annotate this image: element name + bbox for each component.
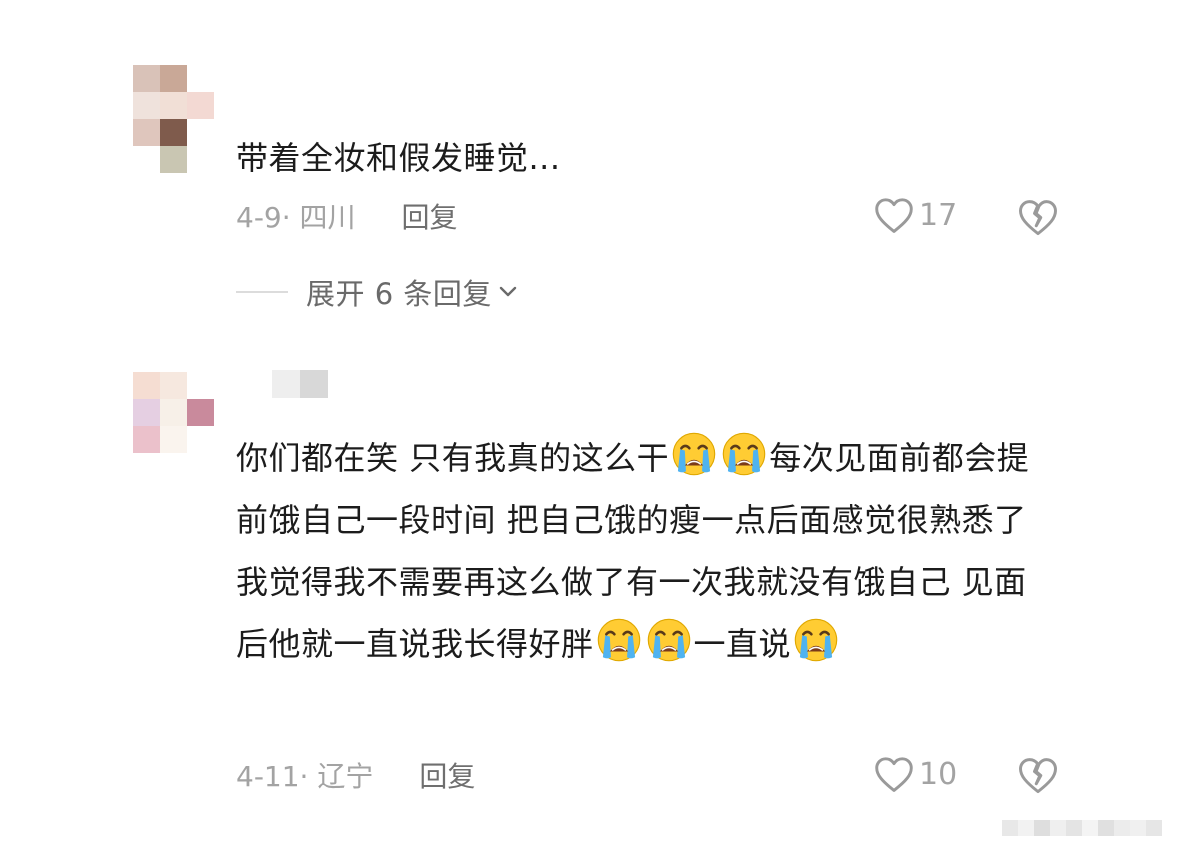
loudly-crying-face-icon [721, 431, 767, 477]
avatar-pixel [187, 65, 214, 92]
avatar-pixel [160, 372, 187, 399]
avatar-pixel [133, 372, 160, 399]
dislike-button[interactable] [1017, 197, 1059, 241]
avatar-pixel [160, 426, 187, 453]
avatar-pixel [133, 399, 160, 426]
avatar-pixel [160, 146, 187, 173]
avatar-pixel [160, 92, 187, 119]
loudly-crying-face-icon [671, 431, 717, 477]
avatar-pixel [133, 119, 160, 146]
comment-text: 带着全妆和假发睡觉... [236, 139, 561, 177]
avatar-pixel [133, 92, 160, 119]
avatar-pixel [133, 65, 160, 92]
avatar-pixel [187, 146, 214, 173]
dislike-button[interactable] [1017, 755, 1059, 799]
avatar-pixel [187, 399, 214, 426]
comment-text: 你们都在笑 只有我真的这么干 每次见面前都会提前饿自己一段时间 把自己饿的瘦一点后… [236, 427, 1056, 675]
heart-outline-icon [875, 757, 913, 792]
username-blurred[interactable] [272, 370, 328, 398]
avatar-pixel [187, 372, 214, 399]
avatar-pixel [133, 146, 160, 173]
avatar-pixel [160, 65, 187, 92]
broken-heart-icon [1019, 200, 1057, 236]
chevron-down-icon [499, 286, 517, 297]
like-count: 10 [919, 756, 958, 792]
comment-meta: 4-9· 四川 回复 [236, 196, 458, 236]
comment-date-location: 4-11· 辽宁 [236, 760, 374, 793]
loudly-crying-face-icon [793, 617, 839, 663]
avatar[interactable] [133, 65, 214, 173]
loudly-crying-face-icon [646, 617, 692, 663]
avatar-pixel [187, 426, 214, 453]
loudly-crying-face-icon [596, 617, 642, 663]
reply-button[interactable]: 回复 [402, 196, 458, 236]
like-count: 17 [919, 197, 958, 233]
avatar-pixel [160, 119, 187, 146]
expand-replies-button[interactable]: 展开 6 条回复 [236, 271, 518, 313]
avatar-pixel [187, 119, 214, 146]
like-button[interactable]: 10 [873, 755, 957, 793]
avatar-pixel [160, 399, 187, 426]
avatar-pixel [187, 92, 214, 119]
watermark [1002, 820, 1162, 836]
comment-text-part: 一直说 [693, 625, 792, 663]
expand-replies-label: 展开 6 条回复 [306, 277, 492, 311]
username-pixel [272, 370, 300, 398]
avatar[interactable] [133, 372, 214, 453]
heart-outline-icon [875, 198, 913, 233]
avatar-pixel [133, 426, 160, 453]
like-button[interactable]: 17 [873, 196, 957, 234]
comment-meta: 4-11· 辽宁 回复 [236, 755, 475, 795]
divider-line [236, 291, 288, 293]
comment-text-part: 你们都在笑 只有我真的这么干 [236, 439, 670, 477]
username-pixel [300, 370, 328, 398]
comment-date-location: 4-9· 四川 [236, 201, 356, 234]
reply-button[interactable]: 回复 [419, 755, 475, 795]
broken-heart-icon [1019, 758, 1057, 794]
